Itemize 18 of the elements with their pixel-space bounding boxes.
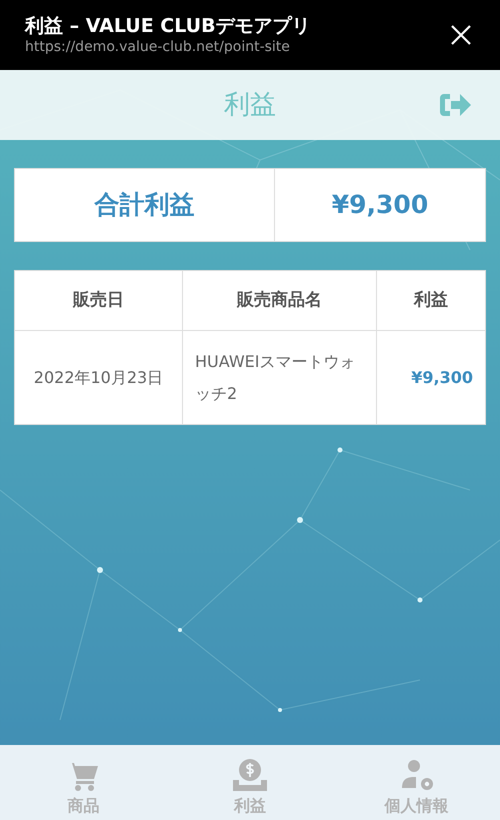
- table-cell: 2022年10月23日: [14, 330, 182, 424]
- logout-icon[interactable]: [438, 91, 472, 119]
- close-icon[interactable]: [450, 24, 472, 46]
- column-header: 販売日: [14, 270, 182, 330]
- money-icon[interactable]: [233, 758, 267, 792]
- nav-label[interactable]: 個人情報: [384, 794, 449, 818]
- url-text: https://demo.value-club.net/point-site: [25, 38, 291, 56]
- summary-label: 合計利益: [15, 169, 275, 241]
- table-cell: ¥9,300: [376, 330, 486, 424]
- header-title: 利益: [224, 88, 276, 122]
- table-cell: HUAWEIスマートウォッチ2: [182, 330, 376, 424]
- user-settings-icon[interactable]: [400, 760, 434, 792]
- nav-label[interactable]: 利益: [234, 794, 266, 818]
- column-header: 販売商品名: [182, 270, 376, 330]
- summary-value: ¥9,300: [330, 189, 430, 222]
- nav-label[interactable]: 商品: [67, 794, 100, 818]
- column-header: 利益: [376, 270, 486, 330]
- page-title: 利益 – VALUE CLUBデモアプリ: [25, 14, 312, 38]
